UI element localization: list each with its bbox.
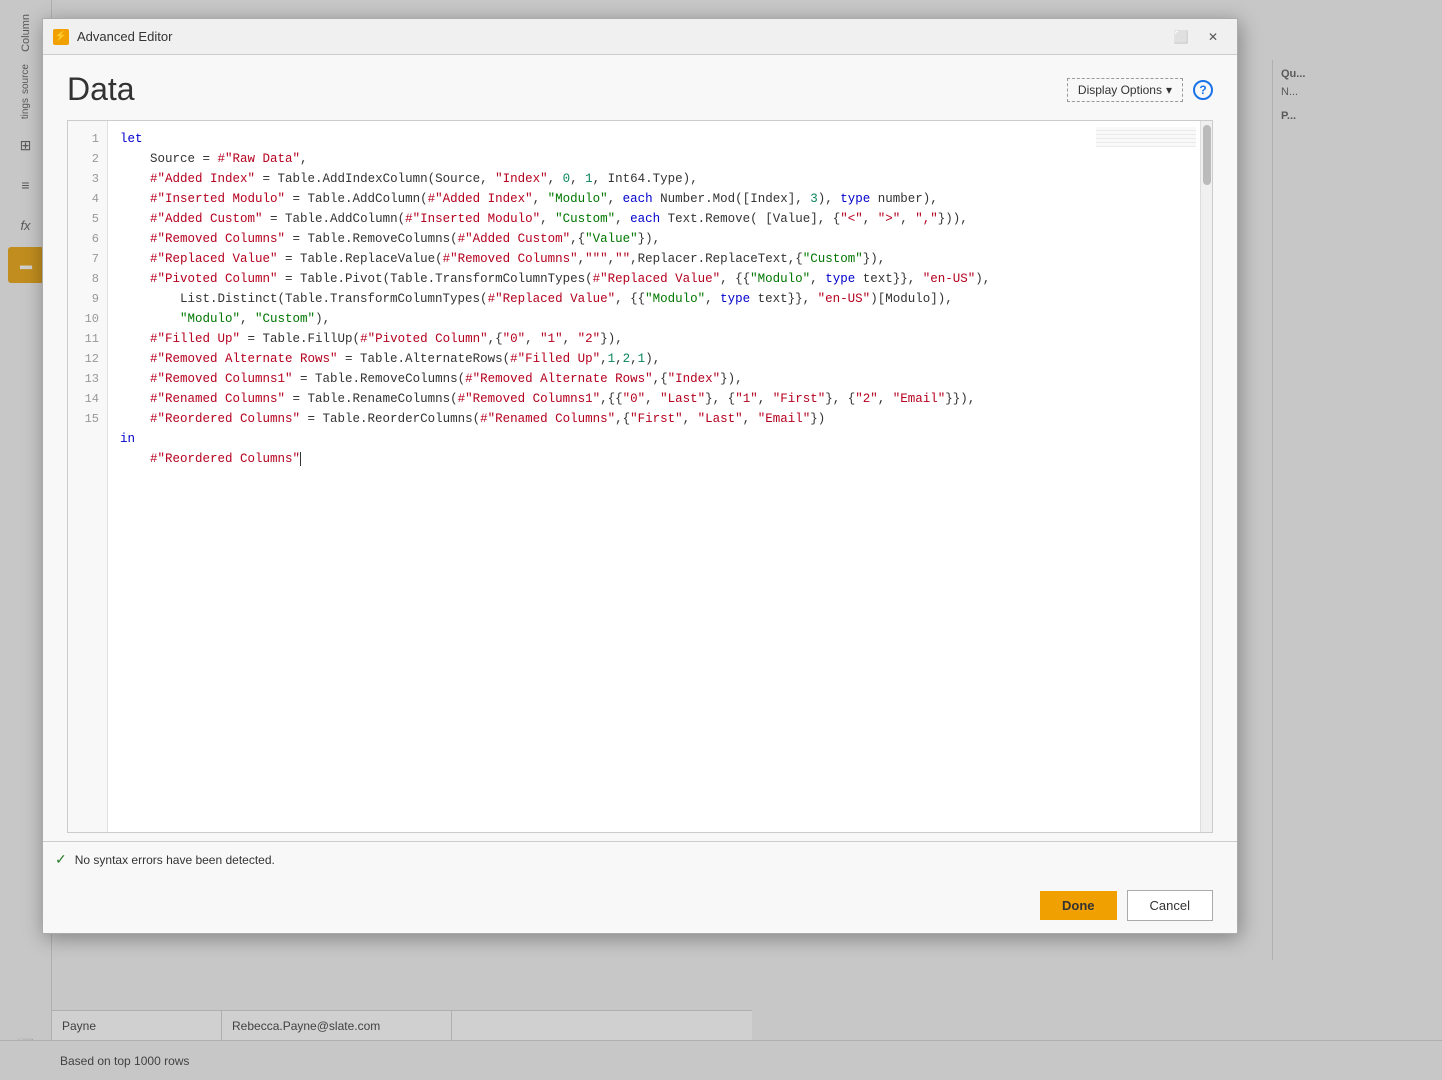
scrollbar-thumb <box>1203 125 1211 185</box>
line-num-9: 9 <box>68 289 107 309</box>
status-message: No syntax errors have been detected. <box>75 853 275 867</box>
line-num-14: 14 <box>68 389 107 409</box>
editor-scrollbar[interactable] <box>1200 121 1212 832</box>
code-editor[interactable]: 1 2 3 4 5 6 7 8 9 10 11 12 13 14 15 <box>67 120 1213 833</box>
modal-header-row: Data Display Options ▾ ? <box>67 71 1213 108</box>
modal-app-icon: ⚡ <box>53 29 69 45</box>
status-bar: ✓ No syntax errors have been detected. <box>43 841 1237 877</box>
line-num-4: 4 <box>68 189 107 209</box>
editor-thumbnail <box>1096 127 1196 147</box>
line-num-11: 11 <box>68 329 107 349</box>
line-numbers: 1 2 3 4 5 6 7 8 9 10 11 12 13 14 15 <box>68 121 108 832</box>
modal-close-button[interactable]: ✕ <box>1199 26 1227 48</box>
status-check-icon: ✓ <box>55 851 67 868</box>
done-button[interactable]: Done <box>1040 891 1117 920</box>
modal-header-right: Display Options ▾ ? <box>1067 78 1213 102</box>
line-num-8: 8 <box>68 269 107 289</box>
modal-title: Advanced Editor <box>77 29 1159 44</box>
help-icon[interactable]: ? <box>1193 80 1213 100</box>
display-options-button[interactable]: Display Options ▾ <box>1067 78 1183 102</box>
cancel-button[interactable]: Cancel <box>1127 890 1213 921</box>
display-options-arrow: ▾ <box>1166 83 1172 97</box>
line-num-1: 1 <box>68 129 107 149</box>
line-num-5: 5 <box>68 209 107 229</box>
line-num-15: 15 <box>68 409 107 429</box>
line-num-13: 13 <box>68 369 107 389</box>
display-options-label: Display Options <box>1078 83 1162 97</box>
modal-data-title: Data <box>67 71 135 108</box>
advanced-editor-modal: ⚡ Advanced Editor ⬜ ✕ Data Display Optio… <box>42 18 1238 934</box>
line-num-12: 12 <box>68 349 107 369</box>
line-num-3: 3 <box>68 169 107 189</box>
line-num-10: 10 <box>68 309 107 329</box>
code-content[interactable]: let Source = #"Raw Data", #"Added Index"… <box>108 121 1200 832</box>
modal-footer: Done Cancel <box>43 877 1237 933</box>
modal-body: Data Display Options ▾ ? 1 2 3 4 5 <box>43 55 1237 841</box>
code-area[interactable]: 1 2 3 4 5 6 7 8 9 10 11 12 13 14 15 <box>68 121 1212 832</box>
line-num-6: 6 <box>68 229 107 249</box>
line-num-2: 2 <box>68 149 107 169</box>
line-num-7: 7 <box>68 249 107 269</box>
modal-restore-button[interactable]: ⬜ <box>1167 26 1195 48</box>
modal-titlebar: ⚡ Advanced Editor ⬜ ✕ <box>43 19 1237 55</box>
modal-window-controls: ⬜ ✕ <box>1167 26 1227 48</box>
